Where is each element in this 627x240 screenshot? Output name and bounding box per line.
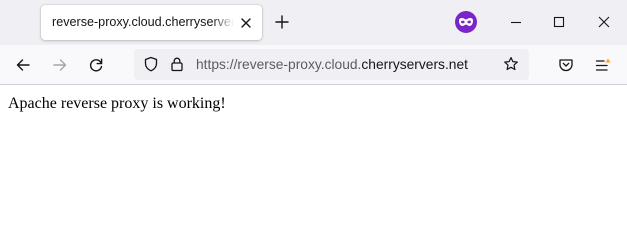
maximize-icon[interactable] [552,15,566,29]
url-scheme: https:// [196,57,238,72]
tab-active[interactable]: reverse-proxy.cloud.cherryservers.net [41,5,262,40]
url-subdomain: reverse-proxy.cloud. [237,57,362,72]
url-domain: cherryservers.net [361,57,468,72]
private-browsing-icon [455,11,477,33]
window-close-icon[interactable] [597,15,611,29]
url-bar[interactable]: https://reverse-proxy.cloud.cherryserver… [134,49,529,80]
arrow-left-icon[interactable] [15,57,31,73]
shield-icon[interactable] [143,56,159,72]
url-text[interactable]: https://reverse-proxy.cloud.cherryserver… [196,57,468,73]
minimize-icon[interactable] [509,15,523,29]
pocket-icon[interactable] [558,57,574,73]
close-icon[interactable] [239,16,253,30]
navigation-toolbar: https://reverse-proxy.cloud.cherryserver… [0,45,627,85]
arrow-right-icon[interactable] [52,57,68,73]
tab-strip: reverse-proxy.cloud.cherryservers.net [0,0,627,45]
plus-icon[interactable] [274,14,290,30]
tab-title: reverse-proxy.cloud.cherryservers.net [52,15,234,29]
reload-icon[interactable] [88,57,104,73]
page-body-text: Apache reverse proxy is working! [8,95,226,112]
lock-icon[interactable] [169,56,185,72]
update-badge-icon [605,58,611,63]
hamburger-menu-icon[interactable] [595,57,612,73]
star-icon[interactable] [503,56,519,72]
